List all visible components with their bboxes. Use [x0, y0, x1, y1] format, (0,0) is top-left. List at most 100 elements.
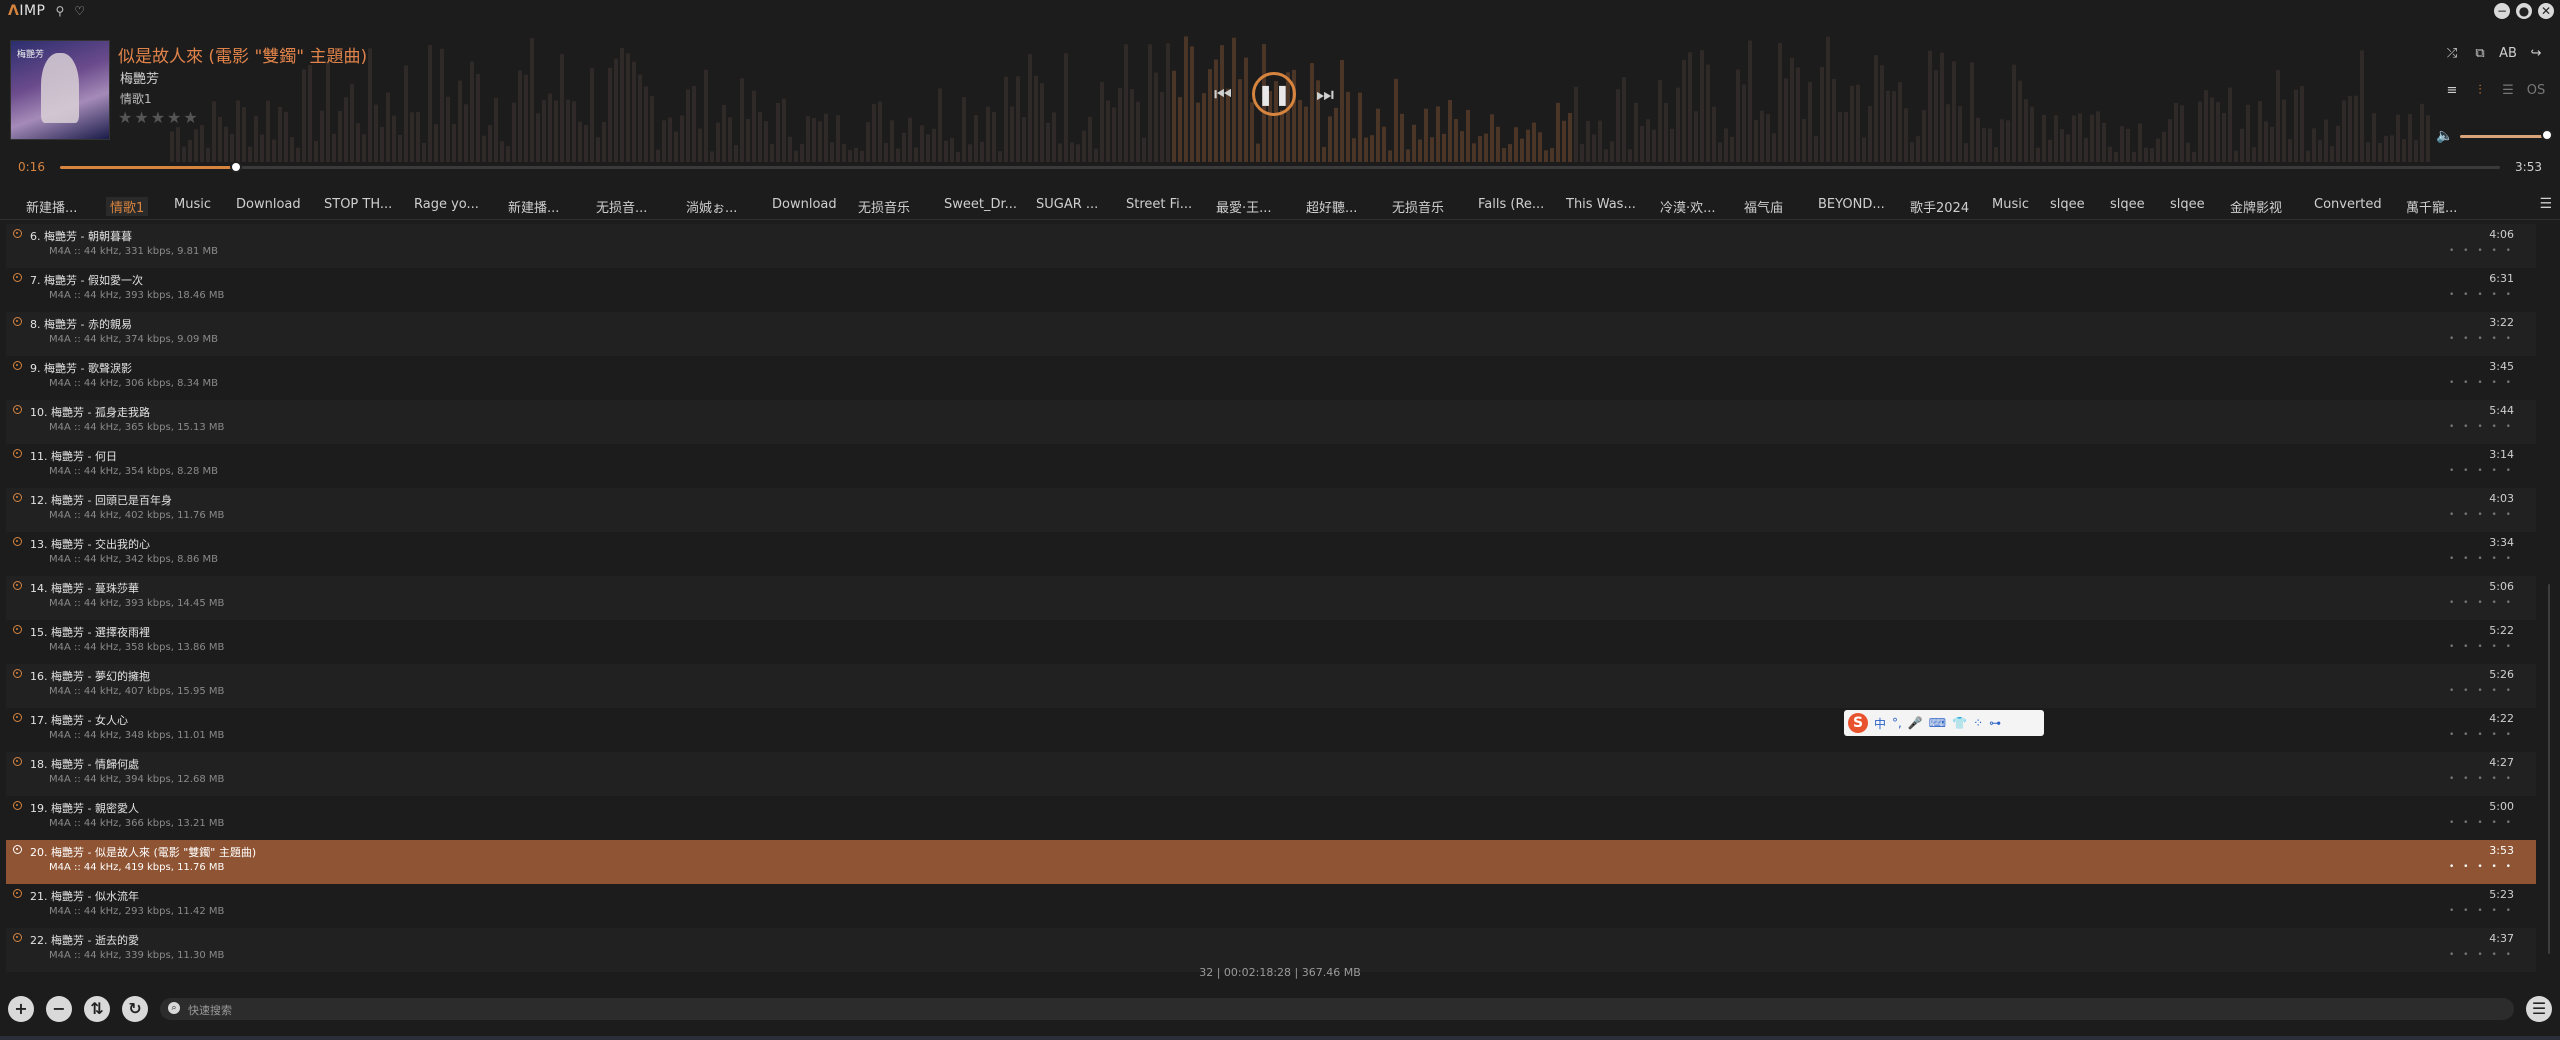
album-cover[interactable]: 梅艷芳 [10, 40, 110, 140]
tab-1[interactable]: 情歌1 [106, 197, 149, 216]
close-button[interactable]: ✕ [2538, 3, 2554, 19]
ime-tool-6-icon[interactable]: ⊶ [1989, 716, 2001, 730]
ime-logo[interactable]: S [1848, 713, 1868, 733]
track-row[interactable]: 7. 梅艷芳 - 假如愛一次 M4A :: 44 kHz, 393 kbps, 1… [6, 268, 2536, 312]
tab-9[interactable]: Download [772, 197, 837, 212]
tab-4[interactable]: STOP TH... [324, 197, 392, 212]
ime-tool-2-icon[interactable]: 🎤 [1908, 716, 1923, 730]
track-rating[interactable]: • • • • • [2449, 862, 2514, 872]
track-rating[interactable]: • • • • • [2449, 334, 2514, 344]
track-row[interactable]: 15. 梅艷芳 - 選擇夜雨裡 M4A :: 44 kHz, 358 kbps, … [6, 620, 2536, 664]
previous-button[interactable]: ⏮ [1214, 82, 1232, 106]
volume-icon[interactable]: 🔈 [2436, 128, 2453, 144]
tab-8[interactable]: 淌娍ぉ... [686, 197, 737, 216]
repeat-icon[interactable]: ⧉ [2466, 46, 2494, 61]
tab-2[interactable]: Music [174, 197, 211, 212]
track-row[interactable]: 12. 梅艷芳 - 回頭已是百年身 M4A :: 44 kHz, 402 kbps… [6, 488, 2536, 532]
playlist-scrollbar[interactable] [2548, 584, 2550, 954]
track-rating[interactable]: • • • • • [2449, 730, 2514, 740]
track-row[interactable]: 13. 梅艷芳 - 交出我的心 M4A :: 44 kHz, 342 kbps, … [6, 532, 2536, 576]
pause-button[interactable]: ❚❚ [1252, 72, 1296, 116]
tab-15[interactable]: 超好聽... [1306, 197, 1357, 216]
seek-handle[interactable] [229, 161, 242, 173]
track-row[interactable]: 8. 梅艷芳 - 赤的親易 M4A :: 44 kHz, 374 kbps, 9.… [6, 312, 2536, 356]
tab-27[interactable]: 金牌影视 [2230, 197, 2282, 216]
volume-slider[interactable] [2460, 135, 2552, 138]
menu-button[interactable]: ☰ [2526, 996, 2552, 1022]
ime-tool-5-icon[interactable]: ⁘ [1973, 716, 1983, 730]
tab-23[interactable]: Music [1992, 197, 2029, 212]
tab-16[interactable]: 无损音乐 [1392, 197, 1444, 216]
tabs-menu-icon[interactable]: ☰ [2539, 196, 2552, 212]
app-logo[interactable]: ɅIMP [8, 3, 46, 19]
track-rating[interactable]: • • • • • [2449, 598, 2514, 608]
tab-13[interactable]: Street Fi... [1126, 197, 1192, 212]
tab-11[interactable]: Sweet_Dr... [944, 197, 1017, 212]
track-rating[interactable]: • • • • • [2449, 554, 2514, 564]
tab-29[interactable]: 萬千寵... [2406, 197, 2457, 216]
tab-25[interactable]: slqee [2110, 197, 2145, 212]
track-row[interactable]: 21. 梅艷芳 - 似水流年 M4A :: 44 kHz, 293 kbps, 1… [6, 884, 2536, 928]
shuffle-icon[interactable]: ⤮ [2438, 46, 2466, 61]
track-row[interactable]: 18. 梅艷芳 - 情歸何處 M4A :: 44 kHz, 394 kbps, 1… [6, 752, 2536, 796]
sort-button[interactable]: ⇅ [84, 996, 110, 1022]
track-rating[interactable]: • • • • • [2449, 246, 2514, 256]
tab-17[interactable]: Falls (Re... [1478, 197, 1544, 212]
tab-22[interactable]: 歌手2024 [1910, 197, 1969, 216]
tab-28[interactable]: Converted [2314, 197, 2382, 212]
tab-26[interactable]: slqee [2170, 197, 2205, 212]
track-rating[interactable]: • • • • • [2449, 774, 2514, 784]
add-button[interactable]: + [8, 996, 34, 1022]
track-rating[interactable]: • • • • • [2449, 378, 2514, 388]
os-icon[interactable]: OS [2522, 83, 2550, 98]
track-rating[interactable]: • • • • • [2449, 950, 2514, 960]
track-row[interactable]: 14. 梅艷芳 - 蔓珠莎華 M4A :: 44 kHz, 393 kbps, 1… [6, 576, 2536, 620]
next-track-mode-icon[interactable]: ↪ [2522, 46, 2550, 61]
track-row[interactable]: 19. 梅艷芳 - 親密愛人 M4A :: 44 kHz, 366 kbps, 1… [6, 796, 2536, 840]
tab-12[interactable]: SUGAR ... [1036, 197, 1098, 212]
tab-14[interactable]: 最愛·王... [1216, 197, 1272, 216]
pin-icon[interactable]: ⚲ [56, 4, 65, 18]
ime-tool-1-icon[interactable]: °, [1892, 716, 1902, 730]
queue-icon[interactable]: ≡ [2438, 83, 2466, 98]
tab-7[interactable]: 无损音... [596, 197, 647, 216]
remove-button[interactable]: − [46, 996, 72, 1022]
track-rating[interactable]: • • • • • [2449, 906, 2514, 916]
tab-24[interactable]: slqee [2050, 197, 2085, 212]
ime-tool-4-icon[interactable]: 👕 [1952, 716, 1967, 730]
ime-tool-0-icon[interactable]: 中 [1874, 715, 1886, 732]
track-row[interactable]: 10. 梅艷芳 - 孤身走我路 M4A :: 44 kHz, 365 kbps, … [6, 400, 2536, 444]
tab-20[interactable]: 福气庙 [1744, 197, 1783, 216]
tab-19[interactable]: 冷漠·欢... [1660, 197, 1716, 216]
tab-10[interactable]: 无损音乐 [858, 197, 910, 216]
skin-icon[interactable]: ♡ [74, 4, 85, 18]
track-rating[interactable]: • • • • • [2449, 642, 2514, 652]
text-list-icon[interactable]: ☰ [2494, 83, 2522, 98]
tab-5[interactable]: Rage yo... [414, 197, 479, 212]
seek-bar[interactable] [60, 161, 2500, 173]
minimize-button[interactable]: − [2494, 3, 2510, 19]
tab-0[interactable]: 新建播... [26, 197, 77, 216]
refresh-button[interactable]: ↻ [122, 996, 148, 1022]
track-rating[interactable]: • • • • • [2449, 466, 2514, 476]
tab-6[interactable]: 新建播... [508, 197, 559, 216]
equalizer-icon[interactable]: ⫶ [2466, 83, 2494, 98]
tab-3[interactable]: Download [236, 197, 301, 212]
track-rating[interactable]: • • • • • [2449, 290, 2514, 300]
track-row[interactable]: 6. 梅艷芳 - 朝朝暮暮 M4A :: 44 kHz, 331 kbps, 9.… [6, 224, 2536, 268]
mini-mode-button[interactable]: ● [2516, 3, 2532, 19]
track-row[interactable]: 17. 梅艷芳 - 女人心 M4A :: 44 kHz, 348 kbps, 11… [6, 708, 2536, 752]
rating-stars[interactable]: ★★★★★ [118, 108, 200, 127]
next-button[interactable]: ⏭ [1316, 82, 1334, 106]
tab-21[interactable]: BEYOND... [1818, 197, 1885, 212]
track-row[interactable]: 16. 梅艷芳 - 夢幻的擁抱 M4A :: 44 kHz, 407 kbps, … [6, 664, 2536, 708]
track-row[interactable]: 11. 梅艷芳 - 何日 M4A :: 44 kHz, 354 kbps, 8.2… [6, 444, 2536, 488]
track-rating[interactable]: • • • • • [2449, 422, 2514, 432]
tab-18[interactable]: This Was... [1566, 197, 1636, 212]
track-rating[interactable]: • • • • • [2449, 686, 2514, 696]
track-rating[interactable]: • • • • • [2449, 818, 2514, 828]
track-rating[interactable]: • • • • • [2449, 510, 2514, 520]
search-input[interactable] [186, 1000, 2490, 1020]
ime-tool-3-icon[interactable]: ⌨ [1929, 716, 1946, 730]
volume-handle[interactable] [2541, 129, 2554, 141]
